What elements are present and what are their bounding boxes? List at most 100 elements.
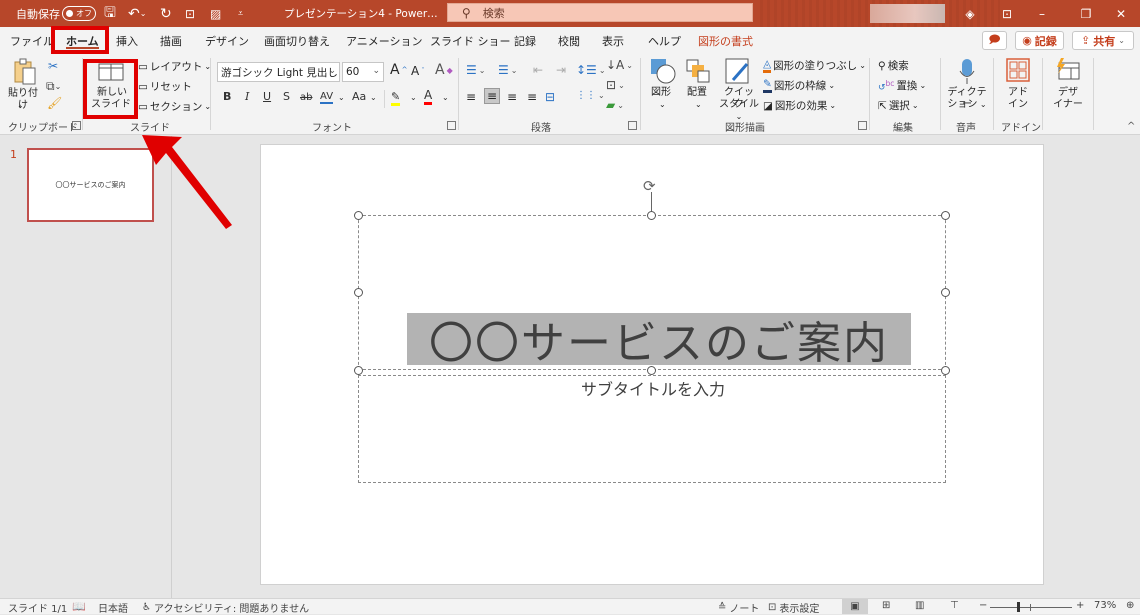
cut-icon[interactable]: ✂ — [48, 59, 58, 73]
bold-button[interactable]: B — [223, 90, 231, 103]
diamond-icon[interactable]: ◈ — [955, 0, 985, 27]
normal-view-icon[interactable]: ▣ — [842, 599, 868, 614]
addins-label-2[interactable]: イン — [1002, 99, 1034, 111]
drawing-launcher-icon[interactable] — [858, 121, 867, 130]
slide-subtitle[interactable]: サブタイトルを入力 — [360, 376, 946, 400]
addins-icon[interactable] — [1006, 58, 1030, 82]
save-icon[interactable]: 🖫 — [104, 0, 116, 27]
grow-font-button[interactable]: A ^ — [390, 62, 407, 78]
justify-icon[interactable]: ≡ — [527, 90, 537, 104]
tab-shape-format[interactable]: 図形の書式 — [698, 27, 753, 54]
copy-icon[interactable]: ⧉ ⌄ — [46, 79, 61, 94]
account-name-redacted[interactable] — [870, 4, 945, 23]
font-name-combo[interactable]: 游ゴシック Light 見出し ⌄ — [217, 62, 340, 82]
record-button[interactable]: ◉ 記録 — [1015, 31, 1064, 50]
designer-icon[interactable] — [1055, 58, 1081, 82]
tab-insert[interactable]: 挿入 — [116, 27, 138, 54]
insert-picture-icon[interactable]: ▨ — [210, 0, 221, 27]
align-right-icon[interactable]: ≡ — [507, 90, 517, 104]
resize-handle[interactable] — [647, 211, 656, 220]
zoom-out-button[interactable]: − — [979, 600, 987, 611]
tab-help[interactable]: ヘルプ — [648, 27, 681, 54]
chevron-down-icon[interactable]: ⌄ — [410, 93, 417, 102]
highlight-color-button[interactable]: ✎ — [391, 90, 401, 106]
resize-handle[interactable] — [354, 211, 363, 220]
resize-handle[interactable] — [941, 211, 950, 220]
decrease-indent-icon[interactable]: ⇤ — [533, 63, 543, 77]
minimize-icon[interactable]: – — [1027, 0, 1057, 27]
find-button[interactable]: ⚲ 検索 — [878, 58, 909, 73]
section-button[interactable]: ▭ セクション ⌄ — [138, 99, 211, 114]
tab-transitions[interactable]: 画面切り替え — [264, 27, 330, 54]
zoom-slider-track[interactable] — [990, 607, 1072, 608]
tab-slideshow[interactable]: スライド ショー — [430, 27, 511, 54]
tab-view[interactable]: 表示 — [602, 27, 624, 54]
strikethrough-button[interactable]: ab — [300, 92, 312, 103]
addins-label-1[interactable]: アド — [1002, 87, 1034, 99]
paste-dropdown-icon[interactable]: ⌄ — [17, 100, 24, 112]
line-spacing-icon[interactable]: ↕☰ ⌄ — [576, 63, 606, 77]
autosave-toggle[interactable]: オフ — [62, 6, 96, 21]
tab-record[interactable]: 記録 — [514, 27, 536, 54]
display-settings-button[interactable]: ⊡ 表示設定 — [768, 600, 819, 615]
share-button[interactable]: ⇪ 共有 ⌄ — [1072, 31, 1134, 50]
close-icon[interactable]: ✕ — [1106, 0, 1136, 27]
designer-label-2[interactable]: イナー — [1050, 99, 1086, 111]
redo-icon[interactable]: ↻ — [160, 0, 172, 27]
zoom-in-button[interactable]: + — [1076, 600, 1084, 611]
restore-icon[interactable]: ❐ — [1071, 0, 1101, 27]
select-button[interactable]: ⇱ 選択 ⌄ — [878, 98, 919, 113]
resize-handle[interactable] — [354, 366, 363, 375]
shape-effects-button[interactable]: ◪ 図形の効果 ⌄ — [763, 98, 836, 113]
font-size-combo[interactable]: 60 ⌄ — [342, 62, 384, 82]
comments-button[interactable]: 🗩 — [982, 31, 1007, 50]
numbering-icon[interactable]: ☰ ⌄ — [498, 63, 517, 77]
quick-styles-icon[interactable] — [725, 58, 751, 86]
tab-review[interactable]: 校閲 — [558, 27, 580, 54]
customize-qat-icon[interactable]: ⩡ — [238, 0, 243, 27]
rotate-handle-icon[interactable]: ⟳ — [643, 177, 656, 195]
resize-handle[interactable] — [941, 288, 950, 297]
font-color-button[interactable]: A — [424, 88, 433, 105]
tab-animations[interactable]: アニメーション — [346, 27, 423, 54]
chevron-down-icon[interactable]: ⌄ — [659, 99, 666, 111]
arrange-label[interactable]: 配置 — [687, 87, 707, 99]
collapse-ribbon-icon[interactable]: ^ — [1127, 121, 1135, 132]
reset-button[interactable]: ▭ リセット — [138, 79, 192, 94]
italic-button[interactable]: I — [245, 90, 249, 103]
dictate-label-2[interactable]: ション ⌄ — [944, 99, 990, 111]
notes-button[interactable]: ≙ ノート — [718, 600, 759, 615]
undo-icon[interactable]: ↶ ⌄ — [128, 0, 146, 27]
spellcheck-icon[interactable]: 📖 — [72, 600, 86, 613]
tab-draw[interactable]: 描画 — [160, 27, 182, 54]
tab-file[interactable]: ファイル — [10, 27, 54, 54]
slide-title[interactable]: 〇〇サービスのご案内 — [407, 313, 911, 369]
resize-handle[interactable] — [941, 366, 950, 375]
designer-label-1[interactable]: デザ — [1050, 87, 1086, 99]
present-icon[interactable]: ⊡ — [185, 0, 195, 27]
character-spacing-button[interactable]: AV — [320, 91, 334, 104]
shape-outline-button[interactable]: ✎ 図形の枠線 ⌄ — [763, 78, 835, 93]
language[interactable]: 日本語 — [98, 600, 128, 615]
align-text-icon[interactable]: ⊡ ⌄ — [606, 78, 625, 92]
shadow-button[interactable]: S — [283, 90, 290, 103]
bullets-icon[interactable]: ☰ ⌄ — [466, 63, 485, 77]
distributed-icon[interactable]: ⊟ — [545, 90, 555, 104]
chevron-down-icon[interactable]: ⌄ — [338, 93, 345, 102]
clear-formatting-icon[interactable]: A ◆ — [435, 62, 453, 78]
underline-button[interactable]: U — [263, 90, 271, 103]
fit-to-window-icon[interactable]: ⊕ — [1126, 600, 1134, 611]
change-case-button[interactable]: Aa — [352, 90, 366, 103]
replace-button[interactable]: ↺bc 置換 ⌄ — [878, 78, 926, 93]
zoom-level[interactable]: 73% — [1094, 600, 1116, 611]
ribbon-display-icon[interactable]: ⊡ — [992, 0, 1022, 27]
shrink-font-button[interactable]: Aˇ — [411, 64, 425, 78]
slideshow-view-icon[interactable]: ⊤ — [950, 600, 959, 611]
chevron-down-icon[interactable]: ⌄ — [695, 99, 702, 111]
paste-icon[interactable] — [12, 58, 38, 86]
chevron-down-icon[interactable]: ⌄ — [442, 93, 449, 102]
chevron-down-icon[interactable]: ⌄ — [370, 93, 377, 102]
font-launcher-icon[interactable] — [447, 121, 456, 130]
text-direction-icon[interactable]: ↓A ⌄ — [606, 58, 633, 72]
clipboard-launcher-icon[interactable] — [72, 121, 81, 130]
